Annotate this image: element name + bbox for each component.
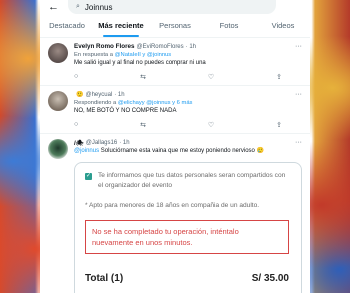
tweet[interactable]: 🙂 @heycual · 1h ··· Respondiendo a @elic… [40,86,310,134]
reply-mentions[interactable]: @NataIeII y @joinnus [115,52,172,58]
total-row: Total (1) S/ 35.00 [85,273,289,284]
author-handle[interactable]: @heycual [85,92,112,98]
author-handle[interactable]: @EviRomoFlores [137,44,184,50]
tab-mas-reciente[interactable]: Más reciente [94,14,148,37]
like-icon[interactable]: ♡ [208,121,214,129]
reply-icon[interactable]: ○ [74,121,78,129]
search-icon: ⌕ [76,3,80,10]
share-icon[interactable]: ⇪ [276,121,282,129]
tweet-text: @joinnus Soluciórname esta vaina que me … [74,147,302,156]
tab-destacado[interactable]: Destacado [40,14,94,37]
search-input[interactable]: ⌕ Joinnus [68,0,276,14]
avatar[interactable] [48,91,68,111]
error-message: No se ha completado tu operación, intént… [85,220,289,254]
age-note: * Apto para menores de 18 años en compañ… [85,202,260,209]
tab-personas[interactable]: Personas [148,14,202,37]
tab-videos[interactable]: Videos [256,14,310,37]
reply-context: Respondiendo a @elichayy @joinnus y 6 má… [74,99,302,107]
avatar[interactable] [48,139,68,159]
back-arrow-icon[interactable]: ← [48,1,68,13]
search-header: ← ⌕ Joinnus [40,0,310,14]
tweet-time[interactable]: · 1h [119,140,129,146]
tweet-time[interactable]: · 1h [114,92,124,98]
share-icon[interactable]: ⇪ [276,73,282,81]
author-name[interactable]: /🕷 [74,139,84,147]
total-value: S/ 35.00 [251,273,289,284]
tab-fotos[interactable]: Fotos [202,14,256,37]
author-name[interactable]: Evelyn Romo Flores [74,43,135,50]
reply-prefix: Respondiendo a [74,100,117,106]
reply-icon[interactable]: ○ [74,73,78,81]
tweet-text: NO, ME BOTÓ Y NO COMPRE NADA [74,108,177,114]
tweet[interactable]: Evelyn Romo Flores @EviRomoFlores · 1h ·… [40,38,310,86]
retweet-icon[interactable]: ⇆ [140,73,146,81]
tweet-body: Soluciórname esta vaina que me estoy pon… [99,148,265,154]
reply-mentions[interactable]: @elichayy @joinnus y 6 más [118,100,193,106]
avatar[interactable] [48,43,68,63]
attached-screenshot[interactable]: ✓ Te informamos que tus datos personales… [74,162,302,293]
search-query: Joinnus [84,2,113,12]
badge-icon: 🙂 [76,92,84,98]
reply-prefix: En respuesta a [74,52,113,58]
like-icon[interactable]: ♡ [208,73,214,81]
retweet-icon[interactable]: ⇆ [140,121,146,129]
tweet-text: Me salió igual y al final no puedes comp… [74,60,206,66]
search-tabs: Destacado Más reciente Personas Fotos Vi… [40,14,310,38]
total-label: Total (1) [85,273,124,284]
more-options-icon[interactable]: ··· [295,139,302,146]
tweet-actions: ○ ⇆ ♡ ⇪ [74,116,302,133]
consent-text: Te informamos que tus datos personales s… [98,172,286,189]
author-handle[interactable]: @Jallags16 [86,140,117,146]
tweet-mention[interactable]: @joinnus [74,148,99,154]
reply-context: En respuesta a @NataIeII y @joinnus [74,51,302,59]
more-options-icon[interactable]: ··· [295,91,302,98]
tweet[interactable]: /🕷 @Jallags16 · 1h ··· @joinnus Soluciór… [40,134,310,293]
more-options-icon[interactable]: ··· [295,43,302,50]
tweet-time[interactable]: · 1h [186,44,196,50]
tweet-actions: ○ ⇆ ♡ ⇪ [74,68,302,85]
checkbox-checked-icon: ✓ [85,173,92,180]
twitter-search-results: ← ⌕ Joinnus Destacado Más reciente Perso… [40,0,310,293]
